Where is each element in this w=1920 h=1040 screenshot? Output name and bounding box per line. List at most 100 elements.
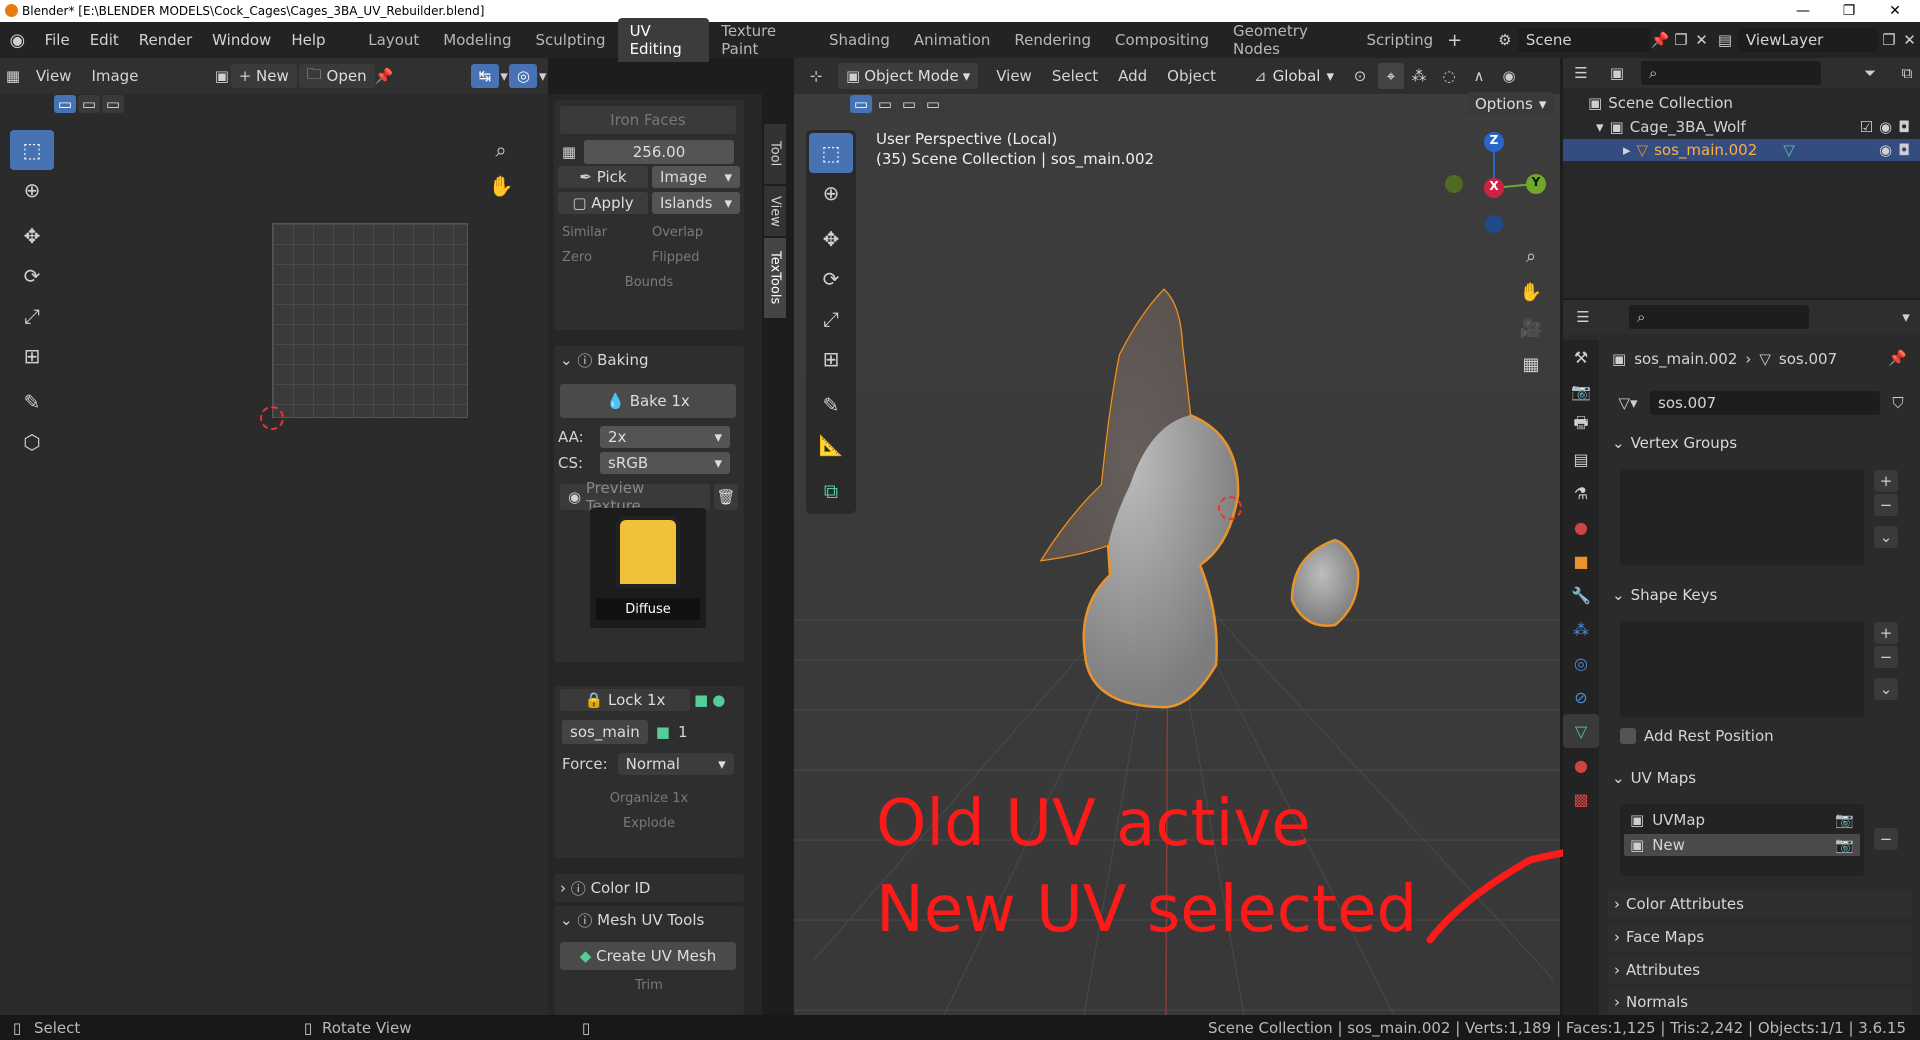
similar-button[interactable]: Similar — [562, 225, 648, 240]
image-browse-icon[interactable]: ▣ — [213, 67, 231, 85]
render-camera-icon[interactable]: 📷 — [1835, 836, 1854, 854]
move-icon[interactable]: ✥ — [10, 216, 54, 256]
outliner-collection-row[interactable]: ▾ ▣ Cage_3BA_Wolf ☑ ◉ ◘ — [1596, 116, 1920, 138]
properties-search-input[interactable]: ⌕ — [1629, 305, 1809, 329]
eye-icon[interactable]: ◉ — [1879, 141, 1892, 159]
physics-tab-icon[interactable]: ◎ — [1563, 646, 1599, 680]
flipped-button[interactable]: Flipped — [652, 250, 699, 265]
add-shape-key-icon[interactable]: + — [1874, 622, 1898, 644]
pin-image-icon[interactable]: 📌 — [375, 67, 394, 85]
active-render-camera-icon[interactable]: 📷 — [1835, 811, 1854, 829]
sos-main-field[interactable]: sos_main — [562, 720, 648, 744]
menu-edit[interactable]: Edit — [80, 31, 129, 49]
transform-icon[interactable]: ⊞ — [809, 339, 853, 379]
mesh-data-browse-icon[interactable]: ▽▾ — [1612, 394, 1644, 412]
size-field[interactable]: 256.00 — [584, 140, 734, 164]
mesh-name-field[interactable]: sos.007 — [1650, 391, 1880, 415]
select-mode-new-icon[interactable]: ▭ — [850, 95, 872, 113]
scale-icon[interactable]: ⤢ — [809, 299, 853, 339]
editor-type-icon[interactable]: ▦ — [0, 67, 26, 85]
pin-icon[interactable]: 📌 — [1650, 31, 1671, 49]
bounds-button[interactable]: Bounds — [625, 275, 673, 290]
pan-hand-icon[interactable]: ✋ — [1514, 274, 1548, 310]
annotate-icon[interactable]: ✎ — [809, 385, 853, 425]
select-mode-invert-icon[interactable]: ▭ — [922, 95, 944, 113]
blender-menu-icon[interactable]: ◉ — [0, 30, 35, 51]
zero-button[interactable]: Zero — [562, 250, 648, 265]
editor-type-icon[interactable]: ⊹ — [794, 67, 838, 85]
color-id-header[interactable]: › ⓘ Color ID — [554, 874, 744, 902]
color-attributes-header[interactable]: › Color Attributes — [1608, 890, 1912, 918]
snap-target-icon[interactable]: ⁂ — [1404, 67, 1434, 85]
attributes-header[interactable]: › Attributes — [1608, 956, 1912, 984]
camera-icon[interactable]: 🎥 — [1514, 310, 1548, 346]
fake-user-shield-icon[interactable]: ⛉ — [1886, 394, 1910, 412]
remove-view-layer-icon[interactable]: ✕ — [1899, 31, 1920, 49]
zoom-icon[interactable]: ⌕ — [485, 134, 517, 166]
cs-dropdown[interactable]: sRGB ▾ — [600, 452, 730, 474]
falloff-icon[interactable]: ∧ — [1464, 67, 1494, 85]
uv-menu-image[interactable]: Image — [81, 67, 148, 85]
texture-tab-icon[interactable]: ▩ — [1563, 782, 1599, 816]
tab-modeling[interactable]: Modeling — [431, 27, 523, 53]
add-cube-icon[interactable]: ⧉ — [809, 471, 853, 511]
outliner-scene-collection[interactable]: ▣ Scene Collection — [1588, 92, 1733, 114]
modifier-tab-icon[interactable]: 🔧 — [1563, 578, 1599, 612]
checkbox-icon[interactable]: ☑ — [1860, 118, 1873, 136]
open-image-button[interactable]: 🗀 Open — [298, 64, 375, 88]
explode-button[interactable]: Explode — [623, 816, 675, 831]
menu-help[interactable]: Help — [281, 31, 335, 49]
aa-dropdown[interactable]: 2x ▾ — [600, 426, 730, 448]
cube-icon[interactable]: ■ — [694, 691, 708, 709]
select-mode-extend-icon[interactable]: ▭ — [874, 95, 896, 113]
new-collection-icon[interactable]: ⧉ — [1895, 64, 1919, 82]
diffuse-preview[interactable]: Diffuse — [590, 508, 706, 628]
force-dropdown[interactable]: Normal ▾ — [617, 753, 734, 775]
filter-icon[interactable]: ⏷ — [1845, 64, 1895, 82]
pan-hand-icon[interactable]: ✋ — [485, 170, 517, 202]
pick-mode-dropdown[interactable]: Image ▾ — [652, 166, 740, 188]
add-workspace-icon[interactable]: + — [1445, 30, 1464, 51]
remove-shape-key-icon[interactable]: − — [1874, 646, 1898, 668]
selected-mesh[interactable] — [1030, 285, 1390, 715]
organize-button[interactable]: Organize 1x — [610, 791, 688, 806]
tool-settings-tab-icon[interactable]: ⚒ — [1563, 340, 1599, 374]
snap-icon[interactable]: ⌖ — [1377, 63, 1404, 89]
tab-textools[interactable]: TexTools — [764, 238, 786, 318]
scene-field[interactable]: Scene — [1517, 28, 1650, 52]
uv-map-item-new[interactable]: ▣ New 📷 — [1624, 834, 1860, 856]
menu-file[interactable]: File — [35, 31, 80, 49]
grab-icon[interactable]: ⬡ — [10, 422, 54, 462]
outliner-search-input[interactable]: ⌕ — [1641, 61, 1821, 85]
tab-sculpting[interactable]: Sculpting — [524, 27, 618, 53]
viewport-menu-view[interactable]: View — [986, 67, 1042, 85]
chevron-down-icon[interactable]: ▾ — [537, 67, 548, 85]
tab-scripting[interactable]: Scripting — [1354, 27, 1445, 53]
measure-icon[interactable]: 📐 — [809, 425, 853, 465]
annotate-icon[interactable]: ✎ — [10, 382, 54, 422]
tab-geometry-nodes[interactable]: Geometry Nodes — [1221, 18, 1354, 62]
sphere-icon[interactable]: ● — [712, 691, 725, 709]
particles-tab-icon[interactable]: ⁂ — [1563, 612, 1599, 646]
mesh-data-tab-icon[interactable]: ▽ — [1563, 714, 1599, 748]
viewport-menu-select[interactable]: Select — [1042, 67, 1108, 85]
tab-compositing[interactable]: Compositing — [1103, 27, 1221, 53]
material-tab-icon[interactable]: ● — [1563, 748, 1599, 782]
display-mode-icon[interactable]: ▣ — [1599, 64, 1635, 82]
tab-animation[interactable]: Animation — [902, 27, 1002, 53]
remove-vertex-group-icon[interactable]: − — [1874, 494, 1898, 516]
normals-header[interactable]: › Normals — [1608, 989, 1912, 1015]
chevron-down-icon[interactable]: ▾ — [1892, 308, 1920, 326]
proportional-icon[interactable]: ◌ — [1434, 67, 1464, 85]
world-tab-icon[interactable]: ● — [1563, 510, 1599, 544]
menu-window[interactable]: Window — [202, 31, 281, 49]
overlay-icon[interactable]: ◎ — [509, 64, 538, 88]
eye-icon[interactable]: ◉ — [1879, 118, 1892, 136]
pin-icon[interactable]: 📌 — [1888, 349, 1907, 367]
uv-maps-header[interactable]: ⌄ UV Maps — [1612, 764, 1902, 792]
pick-button[interactable]: ✒ Pick — [558, 166, 648, 188]
mesh-uv-tools-header[interactable]: ⌄ ⓘ Mesh UV Tools — [554, 906, 744, 934]
output-tab-icon[interactable]: 🖶 — [1563, 408, 1599, 442]
add-rest-position-checkbox[interactable] — [1620, 728, 1636, 744]
shape-keys-list[interactable] — [1620, 621, 1864, 717]
